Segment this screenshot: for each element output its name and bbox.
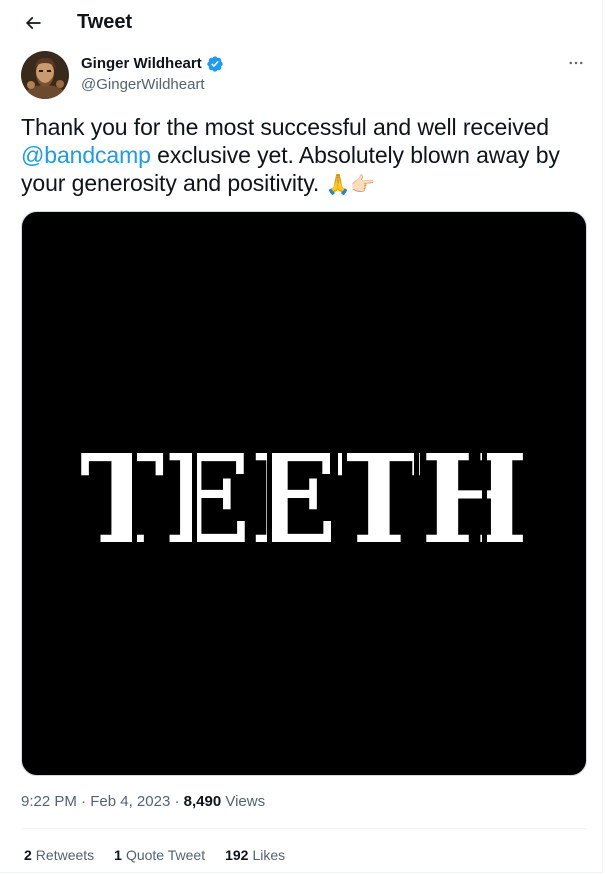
back-button[interactable] [16,6,50,40]
mention-link[interactable]: @bandcamp [21,142,151,168]
tweet-meta: 9:22 PM · Feb 4, 2023 · 8,490 Views [21,792,265,812]
likes-label: Likes [252,847,286,863]
media-artwork: TEETH [80,427,528,571]
views-label: Views [225,793,266,810]
avatar[interactable] [21,51,69,99]
verified-badge-icon[interactable] [206,55,224,73]
quotes-count: 1 [114,847,122,863]
emoji: 🙏👉🏻 [325,174,376,196]
name-row: Ginger Wildheart [81,54,224,74]
retweets-count: 2 [24,847,32,863]
divider [21,828,586,829]
tweet-text-part: Thank you for the most successful and we… [21,114,549,140]
tweet-author: Ginger Wildheart @GingerWildheart [21,51,586,101]
page-title: Tweet [77,11,133,33]
page-header: Tweet [0,0,603,46]
tweet-text: Thank you for the most successful and we… [21,113,593,199]
tweet-detail-page: Tweet Ginger Wildheart @GingerWildheart … [0,0,603,873]
media-text: TEETH [80,427,528,571]
user-handle[interactable]: @GingerWildheart [81,75,205,95]
more-options-button[interactable] [566,53,586,73]
tweet-media-image[interactable]: TEETH [21,211,587,776]
tweet-date[interactable]: Feb 4, 2023 [90,793,170,810]
quotes-label: Quote Tweet [125,847,206,863]
meta-separator: · [81,793,87,810]
arrow-left-icon [25,16,41,30]
retweets-stat[interactable]: 2 Retweets [24,845,94,865]
views-count: 8,490 [183,793,222,810]
display-name[interactable]: Ginger Wildheart [81,54,202,74]
likes-stat[interactable]: 192 Likes [225,845,285,865]
tweet-time[interactable]: 9:22 PM [21,793,77,810]
more-horizontal-icon [569,61,583,65]
tweet-stats: 2 Retweets 1 Quote Tweet 192 Likes [24,845,285,865]
quote-tweets-stat[interactable]: 1 Quote Tweet [114,845,205,865]
avatar-image [21,51,69,99]
retweets-label: Retweets [35,847,95,863]
meta-separator: · [174,793,180,810]
likes-count: 192 [225,847,249,863]
